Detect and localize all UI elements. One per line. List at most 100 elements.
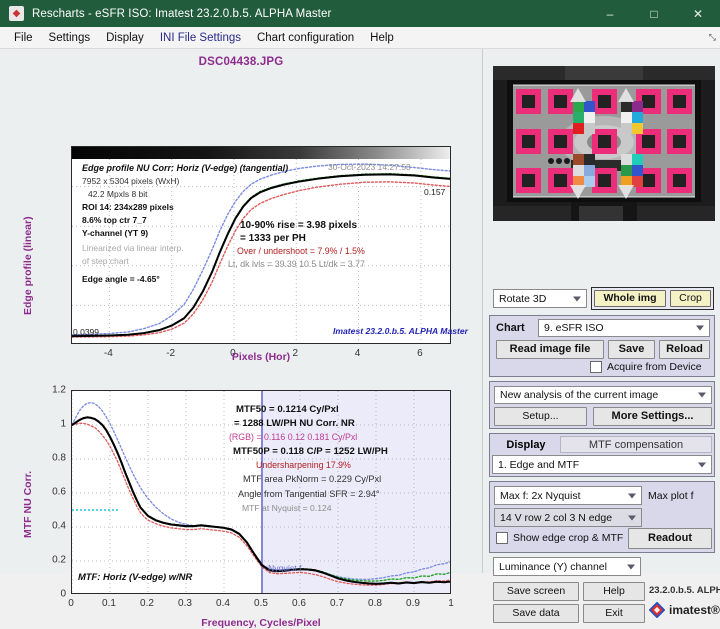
whole-img-button[interactable]: Whole img [594,290,666,307]
channel-select[interactable]: Luminance (Y) channel [493,557,641,576]
edge-profile-annotation: Y-channel (YT 9) [82,228,149,238]
mtf-annotation: Undersharpening 17.9% [256,460,351,470]
menu-bar: File Settings Display INI File Settings … [0,27,720,49]
edge-profile-annotation: 0.0399 [73,327,99,337]
edge-profile-annotation: 10-90% rise = 3.98 pixels [240,220,358,231]
analysis-group: New analysis of the current image Setup.… [489,381,715,429]
edge-profile-annotation: 30-Oct-2023 14:27:53 [328,162,411,172]
save-screen-button[interactable]: Save screen [493,582,579,601]
mtf-annotation: MTF50 = 0.1214 Cy/Pxl [236,404,339,415]
edge-select-value: 14 V row 2 col 3 N edge [500,511,613,524]
save-data-button[interactable]: Save data [493,604,579,623]
mtf-xtick: 0.6 [292,598,306,609]
mtf-xtick: 0 [68,598,74,609]
chart-select-value: 9. eSFR ISO [544,322,604,334]
show-edge-crop-checkbox[interactable]: Show edge crop & MTF [496,532,623,544]
mtf-xtick: 0.2 [140,598,154,609]
edge-profile-annotation: Edge profile NU Corr: Horiz (V-edge) (ta… [82,163,289,173]
display-group: Display MTF compensation 1. Edge and MTF [489,433,715,477]
readout-button[interactable]: Readout [628,528,712,549]
checkbox-icon [590,361,602,373]
edge-profile-annotation: of step chart [82,256,129,266]
help-button[interactable]: Help [583,582,645,601]
mtf-ytick: 0.2 [52,554,66,566]
edge-profile-annotation: 42.2 Mpxls 8 bit [88,189,148,199]
more-settings-button[interactable]: More Settings... [593,407,712,426]
mtf-xtick: 0.4 [216,598,230,609]
max-f-value: Max f: 2x Nyquist [500,489,581,502]
control-pane: Rotate 3D Whole img Crop Chart 9. eSFR I… [482,49,720,623]
plot-pane: DSC04438.JPG Edge profile (linear) -4 -2 0… [0,49,482,629]
max-plot-f-label: Max plot f [648,489,694,502]
mtf-xtick: 0.1 [102,598,116,609]
mtf-ytick: 0.8 [52,452,66,464]
menu-resize-grip[interactable]: ⤡ [709,32,716,43]
channel-select-value: Luminance (Y) channel [499,560,607,573]
edge-profile-annotation: ROI 14: 234x289 pixels [82,202,174,212]
img-mode-group: Whole img Crop [591,287,714,310]
maximize-button[interactable]: □ [632,0,676,27]
chevron-down-icon [627,564,635,569]
read-image-file-button[interactable]: Read image file [496,340,604,359]
chevron-down-icon [628,493,636,498]
crop-button[interactable]: Crop [670,290,711,307]
mtf-annotation: MTF at Nyquist = 0.124 [242,503,332,513]
image-thumbnail[interactable] [493,66,715,221]
menu-chart-configuration[interactable]: Chart configuration [249,30,362,46]
edge-profile-annotation: 8.6% top ctr 7_7 [82,215,147,225]
mtf-x-axis-label: Frequency, Cycles/Pixel [201,617,321,629]
analysis-select-value: New analysis of the current image [500,389,659,401]
mtf-annotation: MTF50P = 0.118 C/P = 1252 LW/PH [233,446,388,457]
edge-profile-annotation: Edge angle = -4.65° [82,274,160,284]
edge-profile-annotation: 0.157 [424,187,446,197]
close-button[interactable]: ✕ [676,0,720,27]
mtf-annotation: Nyquist f [268,563,302,573]
esfr-chart-preview [493,66,715,221]
edge-profile-annotation: Imatest 23.2.0.b.5. ALPHA Master [333,326,469,336]
plot-options-group: Max f: 2x Nyquist Max plot f 14 V row 2 … [489,481,715,553]
save-image-button[interactable]: Save [608,340,655,359]
acquire-from-device-checkbox[interactable]: Acquire from Device [590,361,702,373]
edge-select[interactable]: 14 V row 2 col 3 N edge [494,508,642,527]
rescharts-window: ◆ Rescharts - eSFR ISO: Imatest 23.2.0.b… [0,0,720,629]
reload-button[interactable]: Reload [659,340,710,359]
imatest-logo-icon [649,602,665,618]
mtf-annotation: (RGB) = 0.116 0.12 0.181 Cy/Pxl [229,432,358,442]
imatest-icon: ◆ [9,6,24,21]
max-f-select[interactable]: Max f: 2x Nyquist [494,486,642,505]
imatest-wordmark: imatest® [669,603,720,617]
mtf-ytick: 0.6 [52,486,66,498]
menu-ini-file-settings[interactable]: INI File Settings [152,30,249,46]
edge-profile-x-axis-label: Pixels (Hor) [231,351,291,363]
chevron-down-icon [628,515,636,520]
tab-display[interactable]: Display [492,436,560,453]
edge-profile-y-axis-label: Edge profile (linear) [22,216,34,315]
imatest-brand: imatest® [649,602,720,618]
setup-button[interactable]: Setup... [494,407,587,426]
rotate-3d-select[interactable]: Rotate 3D [493,289,587,308]
chart-select[interactable]: 9. eSFR ISO [538,319,710,337]
display-select-value: 1. Edge and MTF [498,458,580,471]
tab-mtf-compensation[interactable]: MTF compensation [560,436,712,453]
chart-label: Chart [496,322,525,334]
chevron-down-icon [573,296,581,301]
menu-file[interactable]: File [6,30,41,46]
acquire-from-device-label: Acquire from Device [607,361,702,373]
edge-profile-xtick: 2 [292,348,299,359]
exit-button[interactable]: Exit [583,604,645,623]
edge-profile-annotation: Over / undershoot = 7.9% / 1.5% [237,246,365,256]
edge-profile-annotation: Linearized via linear interp. [82,243,184,253]
mtf-xtick: 0.5 [254,598,268,609]
window-controls: – □ ✕ [588,0,720,27]
mtf-xtick: 1 [448,598,454,609]
mtf-annotation: Angle from Tangential SFR = 2.94° [238,489,380,499]
analysis-select[interactable]: New analysis of the current image [494,386,712,404]
show-edge-crop-label: Show edge crop & MTF [513,532,624,544]
edge-profile-xtick: 4 [354,348,361,359]
menu-display[interactable]: Display [98,30,152,46]
display-select[interactable]: 1. Edge and MTF [492,455,712,474]
minimize-button[interactable]: – [588,0,632,27]
window-title: Rescharts - eSFR ISO: Imatest 23.2.0.b.5… [32,7,332,20]
menu-help[interactable]: Help [362,30,402,46]
menu-settings[interactable]: Settings [41,30,99,46]
